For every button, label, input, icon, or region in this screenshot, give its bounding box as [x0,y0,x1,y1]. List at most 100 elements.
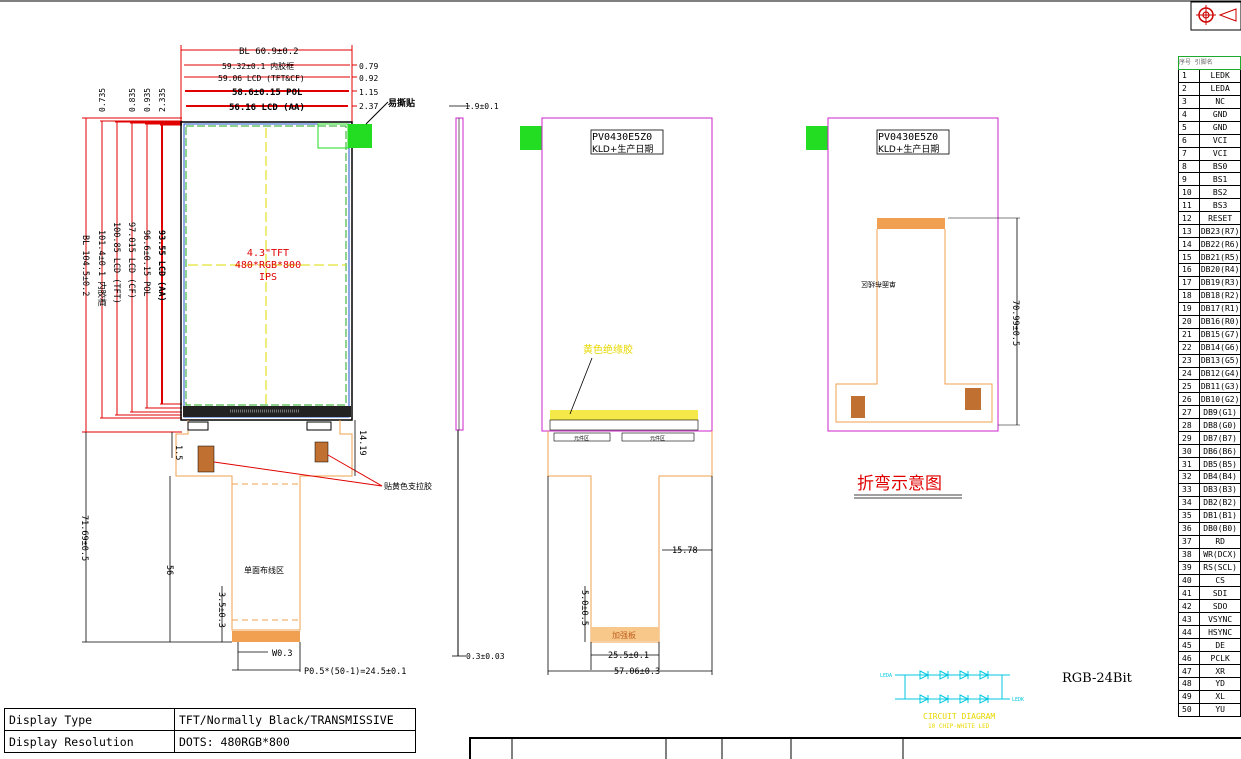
pin-number: 32 [1177,470,1201,484]
pin-number: 37 [1177,534,1201,549]
led-circuit-diagram: LEDA LEDK CIRCUIT DIAGRAM 10 CHIP-WHITE … [880,670,1024,730]
table-row: 47 XR [1177,664,1241,678]
side-view: 1.9±0.1 0.3±0.03 [449,102,505,661]
pin-number: 30 [1177,444,1201,459]
pin-name: CS [1199,573,1241,588]
pin-number: 5 [1177,120,1201,135]
pin-name: GND [1199,107,1241,122]
table-row: 17 DB19(R3) [1177,275,1241,290]
pin-number: 20 [1177,314,1201,329]
pin-number: 28 [1177,418,1201,433]
table-row: 2 LEDA [1177,81,1241,96]
front-view: BL 60.9±0.2 59.32±0.1 内胶框 59.06 LCD (TFT… [79,45,432,677]
dim-frame-width: 59.32±0.1 内胶框 [222,61,294,71]
projection-symbol-icon [1190,1,1241,31]
dim-right-092: 0.92 [359,74,378,83]
pin-name: DB3(B3) [1199,482,1241,497]
pin-name: VCI [1199,133,1241,148]
circuit-ledk-label: LEDK [1012,697,1024,703]
table-row: 29 DB7(B7) [1177,431,1241,446]
table-row: 37 RD [1177,534,1241,549]
pin-number: 8 [1177,159,1201,174]
table-row: 10 BS2 [1177,185,1241,200]
table-row: 8 BS0 [1177,159,1241,174]
dim-back-stiff: 5.0±0.5 [579,590,589,626]
dim-aa-height: 93.55 LCD (AA) [156,230,166,302]
pin-number: 43 [1177,612,1201,627]
yellow-tape-label: 贴黄色支拉胶 [384,481,432,491]
pin-number: 17 [1177,275,1201,290]
pin-name: DE [1199,638,1241,653]
pin-name: LEDK [1199,68,1241,83]
pin-name: BS0 [1199,159,1241,174]
pin-name: DB11(G3) [1199,379,1241,394]
pin-name: DB15(G7) [1199,327,1241,342]
pin-number: 36 [1177,521,1201,536]
dim-aa-width: 56.16 LCD (AA) [229,103,305,113]
pin-number: 13 [1177,224,1201,239]
component-area-right: 元件区 [650,435,665,442]
table-row: 41 SDI [1177,586,1241,601]
table-row: 21 DB15(G7) [1177,327,1241,342]
pin-number: 47 [1177,664,1201,678]
pin-number: 15 [1177,250,1201,264]
table-row: 40 CS [1177,573,1241,588]
circuit-diagram-title: CIRCUIT DIAGRAM [923,712,995,721]
pin-name: DB10(G2) [1199,392,1241,407]
pin-number: 25 [1177,379,1201,394]
dim-fold-height: 70.99±0.5 [1010,300,1020,346]
pin-name: BS3 [1199,198,1241,213]
fold-diagram-title: 折弯示意图 [857,474,942,494]
panel-ips-label: IPS [259,272,277,283]
pin-name: DB7(B7) [1199,431,1241,446]
table-row: 15 DB21(R5) [1177,250,1241,264]
pin-number: 42 [1177,599,1201,614]
table-row: 14 DB22(R6) [1177,237,1241,252]
table-row: 45 DE [1177,638,1241,653]
pin-number: 33 [1177,482,1201,497]
spec-table: Display Type TFT/Normally Black/TRANSMIS… [4,708,416,753]
pin-number: 48 [1177,677,1201,691]
pin-number: 19 [1177,301,1201,316]
pin-number: 21 [1177,327,1201,342]
dim-2335: 2.335 [158,88,167,112]
pin-name: VCI [1199,146,1241,161]
component-area-left: 元件区 [574,435,589,442]
pin-name: PCLK [1199,651,1241,666]
dim-0835: 0.835 [128,88,137,112]
dim-fpc-length: 71.69±0.5 [79,515,89,561]
table-row: 44 HSYNC [1177,625,1241,640]
pin-number: 44 [1177,625,1201,640]
pin-number: 50 [1177,702,1201,717]
pin-number: 22 [1177,340,1201,355]
table-row: 18 DB18(R2) [1177,288,1241,303]
table-row: 23 DB13(G5) [1177,353,1241,368]
pin-name: DB21(R5) [1199,250,1241,264]
pin-number: 49 [1177,689,1201,704]
pin-name: DB22(R6) [1199,237,1241,252]
dim-lcd-width: 59.06 LCD (TFT&CF) [218,74,305,83]
fold-date-label: KLD+生产日期 [878,143,939,155]
table-row: 32 DB4(B4) [1177,470,1241,484]
dim-right-115: 1.15 [359,88,378,97]
pin-number: 27 [1177,405,1201,420]
pin-name: DB23(R7) [1199,224,1241,239]
fpc-single-layer-area: 单面布线区 [244,565,284,575]
pin-number: 12 [1177,211,1201,226]
pin-number: 16 [1177,263,1201,277]
pin-name: DB1(B1) [1199,508,1241,523]
pin-name: DB9(G1) [1199,405,1241,420]
circuit-leda-label: LEDA [880,673,892,679]
pin-name: DB17(R1) [1199,301,1241,316]
table-row: 39 RS(SCL) [1177,560,1241,575]
pin-number: 2 [1177,81,1201,96]
pin-name: RESET [1199,211,1241,226]
table-row: 46 PCLK [1177,651,1241,666]
dim-pol-width: 58.6±0.15 POL [232,88,303,98]
pin-number: 23 [1177,353,1201,368]
table-row: 27 DB9(G1) [1177,405,1241,420]
table-row: 20 DB16(R0) [1177,314,1241,329]
table-row: 12 RESET [1177,211,1241,226]
table-row: Display Resolution DOTS: 480RGB*800 [4,730,416,753]
dim-0735: 0.735 [98,88,107,112]
